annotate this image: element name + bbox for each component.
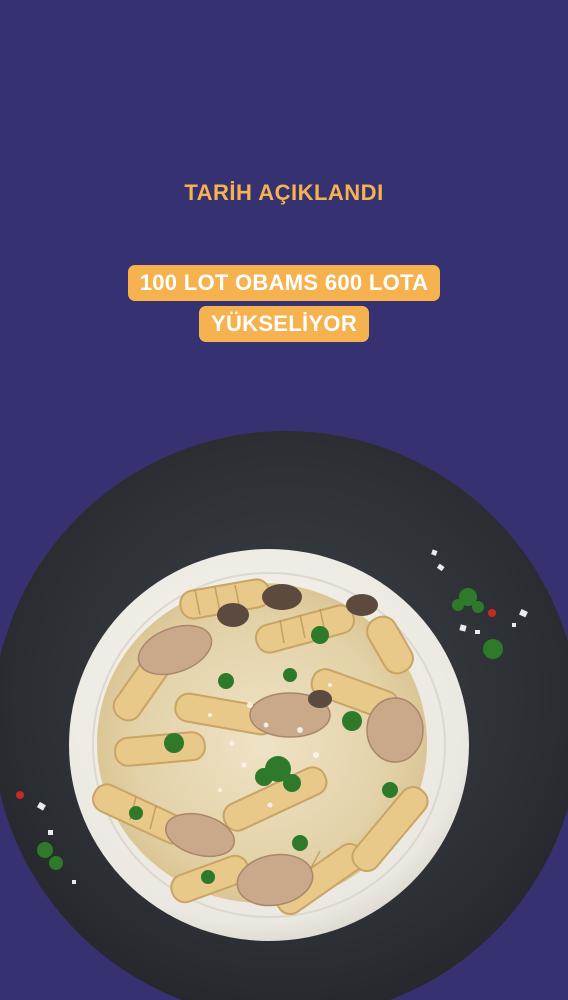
highlight-line-2: YÜKSELİYOR [0, 306, 568, 342]
highlight-line-1-text: 100 LOT OBAMS 600 LOTA [127, 265, 441, 301]
headline: TARİH AÇIKLANDI [184, 180, 384, 205]
highlight-line-2-text: YÜKSELİYOR [198, 306, 370, 342]
pasta-plate-photo [0, 431, 568, 1000]
highlight-line-1: 100 LOT OBAMS 600 LOTA [0, 265, 568, 301]
